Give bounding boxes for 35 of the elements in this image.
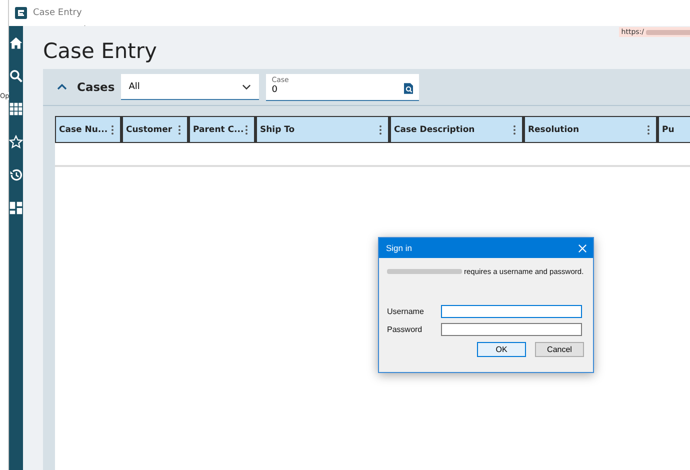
more-icon[interactable] [111, 124, 114, 134]
field-label: Password [387, 325, 424, 334]
caret-icon [242, 84, 251, 90]
window-title: Case Entry [33, 8, 82, 18]
page-title: Case Entry [43, 39, 158, 63]
more-icon[interactable] [245, 124, 248, 134]
column-header[interactable]: Customer [122, 116, 189, 143]
chevron-up-icon[interactable] [57, 84, 67, 90]
home-icon[interactable] [9, 36, 23, 50]
more-icon[interactable] [178, 124, 181, 134]
grid-icon[interactable] [9, 102, 23, 116]
column-header[interactable]: Case Description [390, 116, 524, 143]
close-icon[interactable] [578, 244, 587, 252]
username-field[interactable] [441, 305, 582, 318]
cancel-button[interactable]: Cancel [535, 342, 584, 357]
column-header[interactable]: Parent C... [189, 116, 256, 143]
filter-dropdown[interactable]: All [120, 74, 259, 100]
search-icon[interactable] [9, 69, 23, 83]
more-icon[interactable] [513, 124, 516, 134]
star-icon[interactable] [9, 135, 23, 149]
app-logo-icon [15, 7, 27, 19]
column-header[interactable]: Resolution [524, 116, 658, 143]
dashboard-icon[interactable] [9, 201, 23, 215]
column-header[interactable]: Case Nu... [55, 116, 122, 143]
history-icon[interactable] [9, 168, 23, 182]
more-icon[interactable] [647, 124, 650, 134]
panel-title: Cases [77, 80, 115, 94]
password-field[interactable] [441, 323, 582, 336]
field-label: Username [387, 307, 425, 316]
dialog-title: Sign in [386, 243, 412, 253]
column-header[interactable]: Pu [658, 116, 690, 143]
column-header[interactable]: Ship To [256, 116, 390, 143]
lookup-icon[interactable] [404, 82, 413, 94]
more-icon[interactable] [379, 124, 382, 134]
ok-button[interactable]: OK [477, 342, 526, 357]
